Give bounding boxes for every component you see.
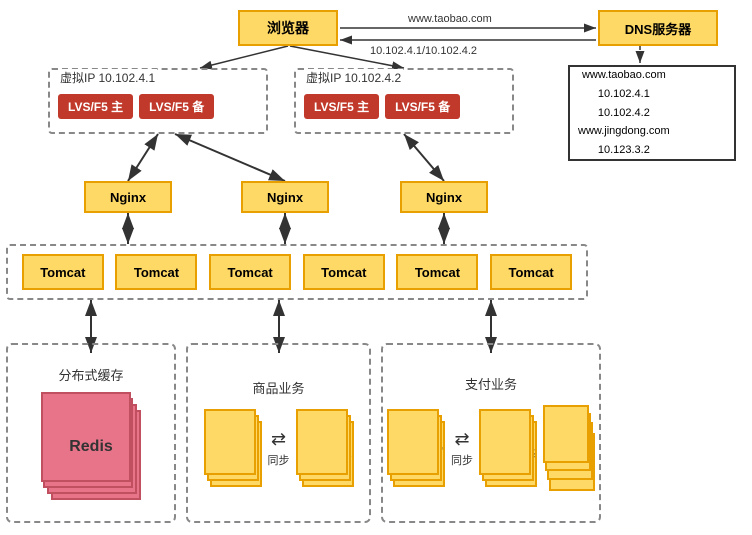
payment-db-read-stack: 数据库·读 [479, 409, 537, 489]
goods-db-read-card-3 [296, 409, 348, 475]
tomcat-6: Tomcat [490, 254, 572, 290]
browser-box: 浏览器 [238, 10, 338, 46]
payment-title: 支付业务 [465, 374, 517, 393]
goods-db-pair: 数据库·写 ⇄ 同步 数据库·读 [204, 409, 354, 489]
tomcat-5: Tomcat [396, 254, 478, 290]
dns-info-line2: 10.102.4.1 [578, 85, 670, 104]
dns-info-line1: www.taobao.com [578, 66, 670, 85]
payment-db-write-stack: 数据库·写 [387, 409, 445, 489]
goods-db-read-stack: 数据库·读 [296, 409, 354, 489]
svg-text:10.102.4.1/10.102.4.2: 10.102.4.1/10.102.4.2 [370, 45, 477, 57]
payment-month-stack: N月 2月 1月 [543, 405, 595, 493]
tomcat-1: Tomcat [22, 254, 104, 290]
lvs-f5-backup-1: LVS/F5 备 [139, 94, 214, 119]
dns-info-line5: 10.123.3.2 [578, 141, 670, 160]
svg-text:www.taobao.com: www.taobao.com [407, 13, 492, 25]
goods-title: 商品业务 [252, 378, 304, 397]
tomcat-2: Tomcat [115, 254, 197, 290]
vip-group-2: 虚拟IP 10.102.4.2 LVS/F5 主 LVS/F5 备 [294, 68, 514, 134]
payment-sync-label: 同步 [451, 452, 473, 468]
goods-db-write-stack: 数据库·写 [204, 409, 262, 489]
dns-label: DNS服务器 [625, 19, 691, 38]
dns-server-box: DNS服务器 [598, 10, 718, 46]
tomcat-3: Tomcat [209, 254, 291, 290]
dns-info-line4: www.jingdong.com [578, 122, 670, 141]
redis-card-1 [41, 392, 131, 482]
redis-stack: Redis [41, 392, 141, 502]
tomcat-4: Tomcat [303, 254, 385, 290]
lvs-f5-backup-2: LVS/F5 备 [385, 94, 460, 119]
dns-info-content: www.taobao.com 10.102.4.1 10.102.4.2 www… [578, 66, 670, 159]
payment-db-pair: 数据库·写 ⇄ 同步 数据库·读 N月 2月 1 [387, 405, 595, 493]
vip1-label: 虚拟IP 10.102.4.1 [58, 69, 157, 86]
payment-db-read-card-3 [479, 409, 531, 475]
dns-info-line3: 10.102.4.2 [578, 104, 670, 123]
nginx-label-2: Nginx [241, 181, 329, 213]
lvs-f5-main-1: LVS/F5 主 [58, 94, 133, 119]
lvs-f5-main-2: LVS/F5 主 [304, 94, 379, 119]
redis-label: Redis [69, 438, 113, 456]
vip-group-1: 虚拟IP 10.102.4.1 LVS/F5 主 LVS/F5 备 [48, 68, 268, 134]
vip2-label: 虚拟IP 10.102.4.2 [304, 69, 403, 86]
goods-service-group: 商品业务 数据库·写 ⇄ 同步 数据库·读 [186, 343, 371, 523]
cache-title: 分布式缓存 [58, 365, 123, 384]
nginx-label-3: Nginx [400, 181, 488, 213]
cache-service-group: 分布式缓存 Redis [6, 343, 176, 523]
goods-sync-label: 同步 [268, 452, 290, 468]
dns-info-box: www.taobao.com 10.102.4.1 10.102.4.2 www… [568, 65, 736, 161]
goods-db-write-card-3 [204, 409, 256, 475]
nginx-label-1: Nginx [84, 181, 172, 213]
payment-service-group: 支付业务 数据库·写 ⇄ 同步 数据库·读 [381, 343, 601, 523]
browser-label: 浏览器 [267, 18, 309, 38]
payment-db-write-card-3 [387, 409, 439, 475]
payment-month-top [543, 405, 589, 463]
tomcat-row: Tomcat Tomcat Tomcat Tomcat Tomcat Tomca… [6, 244, 588, 300]
